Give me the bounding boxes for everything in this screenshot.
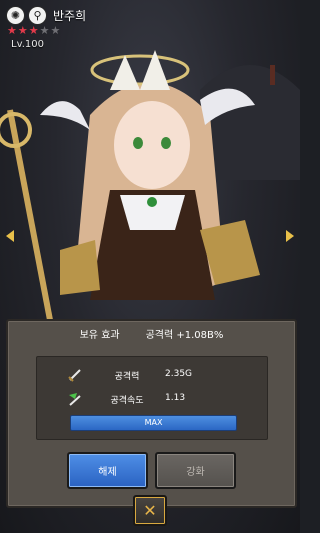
close-icon: ✕ (143, 501, 157, 520)
level-max-bar: MAX (70, 415, 237, 431)
panel-effect-text: 공격력 +1.08B% (145, 330, 224, 341)
stat-value: 2.35G (165, 369, 193, 379)
stat-label: 공격력 (114, 372, 140, 382)
star-filled-icon: ★ (17, 24, 28, 37)
character-header: ✺ ⚲ 반주희 (6, 6, 86, 25)
character-portrait (0, 50, 300, 320)
panel-title: 보유 효과 (79, 330, 120, 341)
star-empty-icon: ★ (39, 24, 50, 37)
search-profile-icon[interactable]: ⚲ (28, 6, 47, 25)
star-rating: ★ ★ ★ ★ ★ (7, 25, 60, 36)
character-level: Lv.100 (11, 39, 44, 50)
stat-row-attack-speed: 공격속도 1.13 (37, 389, 267, 407)
star-filled-icon: ★ (7, 24, 17, 37)
stat-value: 1.13 (165, 393, 186, 403)
star-empty-icon: ★ (50, 24, 61, 37)
panel-header: 보유 효과 공격력 +1.08B% (14, 324, 289, 343)
stats-box: 공격력 2.35G 공격속도 1.13 MAX (36, 356, 268, 440)
release-button[interactable]: 해제 (67, 452, 148, 489)
speed-sword-icon (69, 393, 81, 406)
character-name: 반주희 (53, 9, 87, 23)
game-scene: ✺ ⚲ 반주희 ★ ★ ★ ★ ★ Lv.100 보유 효과 공격력 +1.08… (0, 0, 300, 533)
star-filled-icon: ★ (28, 24, 39, 37)
enhance-button[interactable]: 강화 (155, 452, 236, 489)
close-button[interactable]: ✕ (133, 495, 167, 526)
stat-label: 공격속도 (110, 396, 144, 406)
next-character-arrow-icon[interactable] (286, 230, 294, 242)
stat-row-attack: 공격력 2.35G (37, 365, 267, 383)
owned-effect-panel: 보유 효과 공격력 +1.08B% 공격력 2.35G 공격속도 1.13 MA… (6, 319, 297, 508)
sun-emblem-icon[interactable]: ✺ (6, 6, 25, 25)
sword-icon (68, 369, 81, 382)
previous-character-arrow-icon[interactable] (6, 230, 14, 242)
